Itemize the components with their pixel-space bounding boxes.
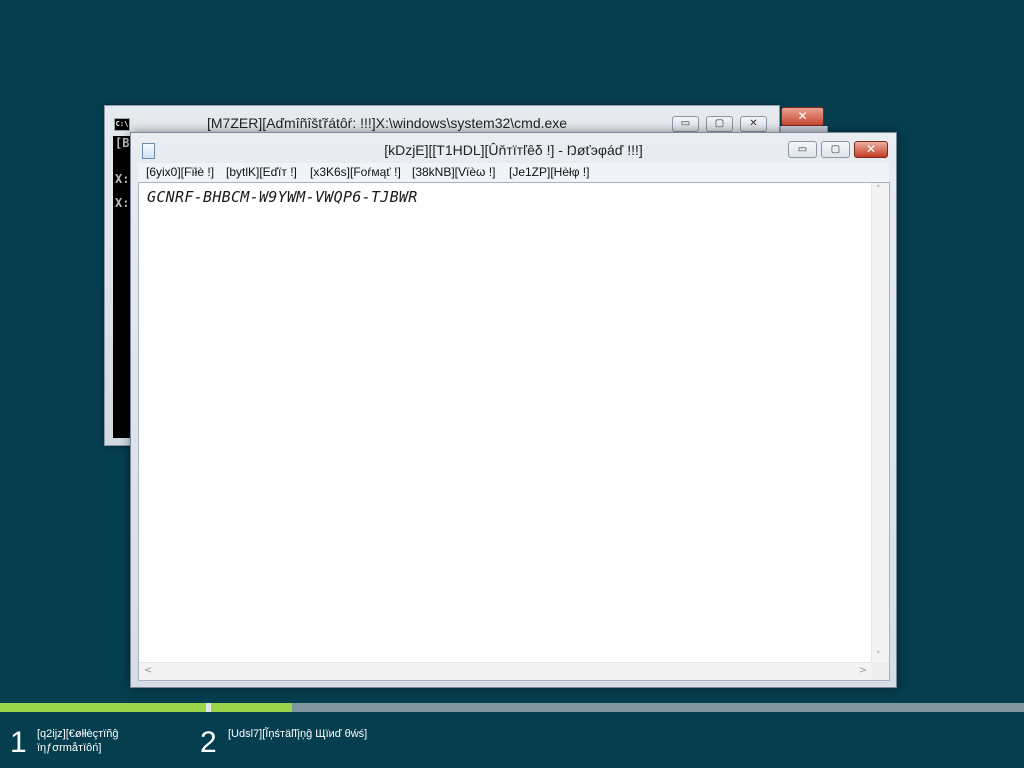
step2-progress-fill	[211, 703, 292, 712]
menu-edit[interactable]: [bytlK][Eďїт !]	[226, 165, 297, 179]
menu-help[interactable]: [Je1ZP][Hèłφ !]	[509, 165, 589, 179]
menu-view[interactable]: [38kNB][Vïèω !]	[412, 165, 495, 179]
editor-content[interactable]: GCNRF-BHBCM-W9YWM-VWQP6-TJBWR	[147, 188, 418, 206]
step2-label: [Udsl7][Ĩņśтäľľįņĝ Щïиď θẃś]	[228, 728, 368, 740]
text-editor-area[interactable]: GCNRF-BHBCM-W9YWM-VWQP6-TJBWR ˄ ˅ < >	[138, 182, 890, 681]
cmd-close-button[interactable]: ✕	[781, 107, 824, 126]
console-line: X:	[115, 196, 130, 210]
menu-bar: [6yix0][Fїłè !] [bytlK][Eďїт !] [x3K6s][…	[138, 163, 889, 183]
cmd-close-button-inactive[interactable]: ✕	[740, 116, 767, 132]
step1-label: [q2ijz][€øłłèçтïñĝ ïηƒσrmåтïôń]	[37, 727, 118, 755]
scroll-right-arrow-icon[interactable]: >	[859, 665, 867, 676]
console-line: X:	[115, 172, 130, 186]
notepad-window[interactable]: [kDzjE][[T1HDL][Ûňтïтľêδ !] - Ŋøťэφáď !!…	[130, 132, 897, 688]
step1-label-line1: [q2ijz][€øłłèçтïñĝ	[37, 728, 119, 740]
horizontal-scrollbar[interactable]: < >	[139, 662, 872, 680]
notepad-maximize-button[interactable]: ▢	[821, 141, 850, 158]
cmd-icon: C:\	[114, 118, 130, 131]
console-line: [B	[115, 136, 130, 150]
scrollbar-corner	[872, 663, 889, 680]
step1-label-line2: ïηƒσrmåтïôń]	[37, 742, 102, 754]
cmd-window-title: [M7ZER][Αďmîñîšťřátôŕ: !!!]X:\windows\sy…	[207, 115, 568, 131]
scroll-up-arrow-icon[interactable]: ˄	[876, 185, 881, 195]
step1-number: 1	[10, 726, 27, 759]
step2-number: 2	[200, 726, 217, 759]
notepad-minimize-button[interactable]: ▭	[788, 141, 817, 158]
menu-format[interactable]: [x3K6s][Foŕмąť !]	[310, 165, 401, 179]
notepad-close-button[interactable]: ✕	[854, 141, 888, 158]
scroll-left-arrow-icon[interactable]: <	[144, 665, 152, 676]
scroll-down-arrow-icon[interactable]: ˅	[876, 651, 881, 661]
cmd-maximize-button[interactable]: ▢	[706, 116, 733, 132]
vertical-scrollbar[interactable]: ˄ ˅	[871, 183, 889, 663]
step1-progress-fill	[0, 703, 206, 712]
cmd-minimize-button[interactable]: ▭	[672, 116, 699, 132]
notepad-window-title: [kDzjE][[T1HDL][Ûňтïтľêδ !] - Ŋøťэφáď !!…	[384, 142, 643, 158]
menu-file[interactable]: [6yix0][Fїłè !]	[146, 165, 214, 179]
